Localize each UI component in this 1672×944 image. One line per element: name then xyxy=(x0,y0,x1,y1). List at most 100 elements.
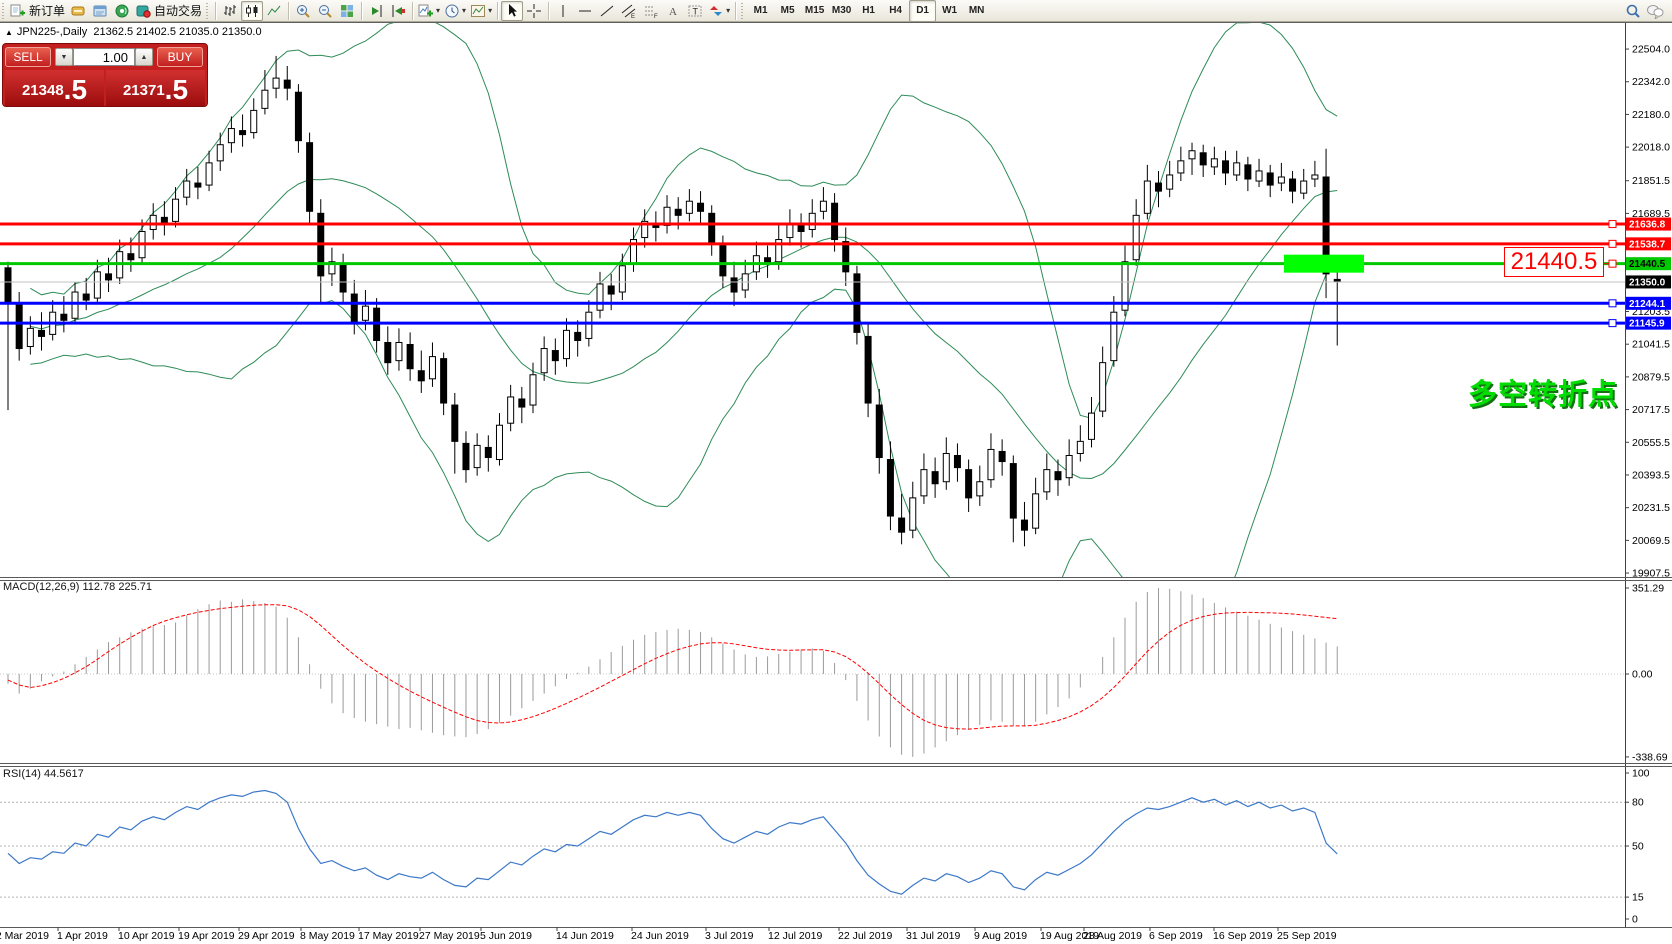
timeframe-m1[interactable]: M1 xyxy=(747,0,774,22)
toolbar-grip[interactable] xyxy=(2,3,6,19)
terminal-window: 新订单 自动交易 ▾ ▾ ▾ xyxy=(0,0,1672,944)
sell-button[interactable]: SELL xyxy=(5,47,51,67)
search-icon xyxy=(1625,3,1641,19)
timeframe-toolbar: M1M5M15M30H1H4D1W1MN xyxy=(747,0,990,22)
text-tool-button[interactable]: A xyxy=(662,1,684,21)
chat-icon xyxy=(1646,3,1664,19)
toolbar-grip[interactable] xyxy=(206,3,210,19)
rsi-label: RSI(14) 44.5617 xyxy=(3,768,84,780)
arrows-tool-button[interactable]: ▾ xyxy=(706,1,732,21)
chevron-down-icon: ▾ xyxy=(488,6,492,15)
timeframe-m15[interactable]: M15 xyxy=(801,0,828,22)
autotrading-icon xyxy=(135,3,151,19)
fibonacci-icon: F xyxy=(643,3,659,19)
chart-shift-icon xyxy=(390,3,406,19)
panel-separator[interactable] xyxy=(0,763,1672,764)
volume-input[interactable] xyxy=(73,48,135,66)
auto-scroll-button[interactable] xyxy=(365,1,387,21)
timeframe-m5[interactable]: M5 xyxy=(774,0,801,22)
timeframe-m30[interactable]: M30 xyxy=(828,0,855,22)
indicators-button[interactable]: ▾ xyxy=(416,1,442,21)
toolbar-separator xyxy=(412,2,413,20)
chevron-down-icon: ▾ xyxy=(462,6,466,15)
bar-chart-button[interactable] xyxy=(219,1,241,21)
chart-ohlc-values: 21362.5 21402.5 21035.0 21350.0 xyxy=(93,26,261,38)
chat-button[interactable] xyxy=(1644,1,1666,21)
market-watch-button[interactable] xyxy=(89,1,111,21)
text-label-icon: T xyxy=(687,3,703,19)
candlestick-chart-button[interactable] xyxy=(241,1,263,21)
chevron-down-icon: ▾ xyxy=(726,6,730,15)
timeframe-d1[interactable]: D1 xyxy=(909,0,936,22)
rsi-line xyxy=(8,791,1337,895)
signals-button[interactable] xyxy=(111,1,133,21)
chart-symbol-period: JPN225-,Daily xyxy=(17,26,87,38)
quotes-button[interactable] xyxy=(67,1,89,21)
market-watch-icon xyxy=(92,3,108,19)
turning-point-text[interactable]: 多空转折点 xyxy=(1468,371,1618,413)
text-icon: A xyxy=(665,3,681,19)
channel-tool-button[interactable]: E xyxy=(618,1,640,21)
timeframe-w1[interactable]: W1 xyxy=(936,0,963,22)
symbol-triangle-icon: ▲ xyxy=(5,28,13,37)
vertical-line-tool-button[interactable] xyxy=(552,1,574,21)
timeframe-h1[interactable]: H1 xyxy=(855,0,882,22)
templates-button[interactable]: ▾ xyxy=(468,1,494,21)
auto-scroll-icon xyxy=(368,3,384,19)
new-order-label: 新订单 xyxy=(29,2,65,19)
fibonacci-tool-button[interactable]: F xyxy=(640,1,662,21)
zoom-in-button[interactable] xyxy=(292,1,314,21)
line-chart-button[interactable] xyxy=(263,1,285,21)
autotrading-button[interactable]: 自动交易 xyxy=(133,1,204,21)
tile-windows-icon xyxy=(339,3,355,19)
zoom-out-icon xyxy=(317,3,333,19)
cursor-tool-button[interactable] xyxy=(501,1,523,21)
timeframe-h4[interactable]: H4 xyxy=(882,0,909,22)
panel-separator[interactable] xyxy=(0,577,1672,578)
toolbar-separator xyxy=(548,2,549,20)
buy-button[interactable]: BUY xyxy=(157,47,203,67)
signals-icon xyxy=(114,3,130,19)
chevron-down-icon: ▾ xyxy=(436,6,440,15)
candlestick-chart-icon xyxy=(244,3,260,19)
zoom-out-button[interactable] xyxy=(314,1,336,21)
crosshair-tool-button[interactable] xyxy=(523,1,545,21)
vertical-line-icon xyxy=(555,3,571,19)
chart-shift-button[interactable] xyxy=(387,1,409,21)
clock-icon xyxy=(444,3,460,19)
svg-text:F: F xyxy=(654,14,658,19)
trendline-icon xyxy=(599,3,615,19)
text-label-tool-button[interactable]: T xyxy=(684,1,706,21)
horizontal-line-tool-button[interactable] xyxy=(574,1,596,21)
price-callout-label[interactable]: 21440.5 xyxy=(1504,247,1604,277)
tile-windows-button[interactable] xyxy=(336,1,358,21)
panel-separator[interactable] xyxy=(0,580,1672,581)
time-axis[interactable] xyxy=(0,927,1625,944)
chart-area[interactable] xyxy=(0,23,1625,577)
equidistant-channel-icon: E xyxy=(621,3,637,19)
panel-separator[interactable] xyxy=(0,766,1672,767)
svg-text:T: T xyxy=(693,6,699,16)
macd-signal-line xyxy=(8,605,1337,729)
indicators-icon xyxy=(418,3,434,19)
volume-decrease-button[interactable]: ▼ xyxy=(55,48,73,66)
toolbar: 新订单 自动交易 ▾ ▾ ▾ xyxy=(0,0,1672,22)
toolbar-separator xyxy=(497,2,498,20)
search-button[interactable] xyxy=(1622,1,1644,21)
buy-price-display[interactable]: 21371.5 xyxy=(106,70,205,106)
cursor-icon xyxy=(504,3,520,19)
price-axis[interactable] xyxy=(1625,22,1672,927)
toolbar-grip[interactable] xyxy=(741,3,745,19)
sell-price-frac: .5 xyxy=(64,74,87,106)
sell-price-display[interactable]: 21348.5 xyxy=(5,70,104,106)
new-order-button[interactable]: 新订单 xyxy=(8,1,67,21)
svg-text:E: E xyxy=(631,14,635,19)
volume-increase-button[interactable]: ▲ xyxy=(135,48,153,66)
periods-button[interactable]: ▾ xyxy=(442,1,468,21)
template-icon xyxy=(470,3,486,19)
timeframe-mn[interactable]: MN xyxy=(963,0,990,22)
trendline-tool-button[interactable] xyxy=(596,1,618,21)
chart-title: ▲ JPN225-,Daily 21362.5 21402.5 21035.0 2… xyxy=(5,26,262,38)
new-order-icon xyxy=(10,3,26,19)
rsi-panel xyxy=(0,791,1625,898)
